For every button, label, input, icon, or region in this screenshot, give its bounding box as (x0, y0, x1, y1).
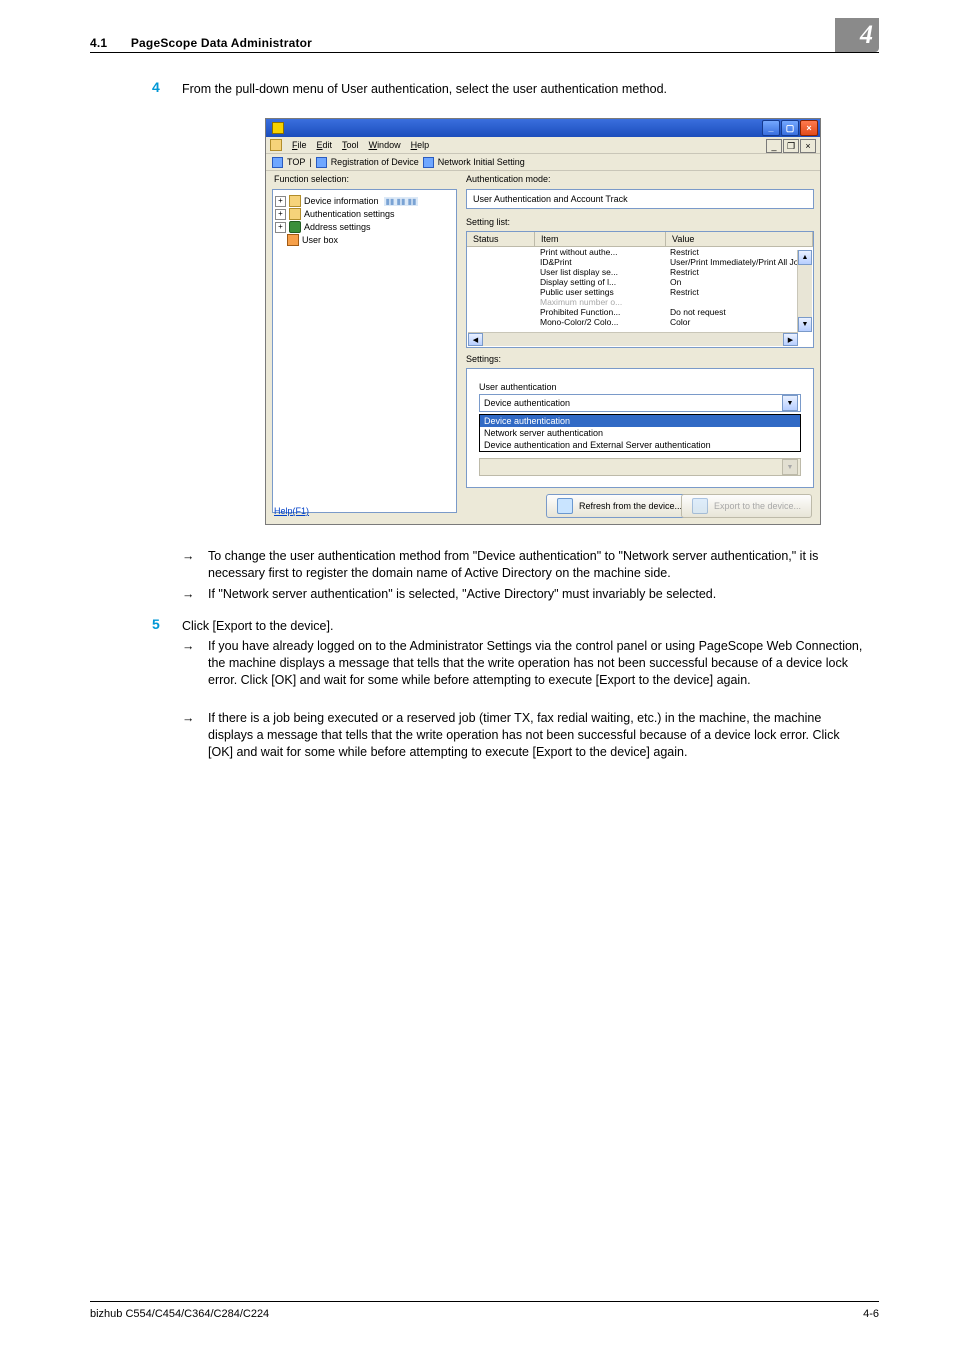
node-icon (316, 157, 327, 168)
node-icon (423, 157, 434, 168)
tree-device-information[interactable]: + Device information ▮▮ ▮▮ ▮▮ (275, 195, 454, 207)
setting-list: Status Item Value Print without authe...… (466, 231, 814, 348)
user-auth-dropdown: Device authentication Network server aut… (479, 414, 801, 452)
menu-help[interactable]: Help (411, 140, 430, 150)
tree-authentication-settings[interactable]: + Authentication settings (275, 208, 454, 220)
col-value[interactable]: Value (666, 232, 813, 246)
breadcrumb-network[interactable]: Network Initial Setting (438, 157, 525, 167)
list-header: Status Item Value (467, 232, 813, 247)
horizontal-scrollbar[interactable]: ◀ ▶ (468, 332, 798, 346)
step-4-bullet-2: → If "Network server authentication" is … (182, 586, 868, 603)
arrow-icon: → (182, 638, 196, 689)
menu-tool[interactable]: Tool (342, 140, 359, 150)
expand-icon[interactable]: + (275, 222, 286, 233)
auth-mode-value: User Authentication and Account Track (473, 194, 628, 204)
menu-file[interactable]: File (292, 140, 307, 150)
app-icon (272, 122, 284, 134)
tree-user-box[interactable]: User box (275, 234, 454, 246)
step-4-text: From the pull-down menu of User authenti… (182, 81, 862, 98)
footer-rule (90, 1301, 879, 1302)
box-icon (287, 234, 299, 246)
user-auth-label: User authentication (479, 382, 801, 392)
vertical-scrollbar[interactable]: ▲ ▼ (797, 250, 812, 332)
mdi-minimize-button[interactable]: _ (766, 139, 782, 153)
section-title: PageScope Data Administrator (131, 36, 312, 50)
user-auth-combo-value: Device authentication (484, 398, 570, 408)
setting-list-label: Setting list: (466, 217, 510, 227)
step-5-number: 5 (152, 616, 160, 632)
secondary-combo-disabled: ▼ (479, 458, 801, 476)
arrow-icon: → (182, 710, 196, 761)
auth-mode-field: User Authentication and Account Track (466, 189, 814, 209)
chapter-tab: 4 (835, 18, 879, 52)
menu-edit[interactable]: Edit (317, 140, 333, 150)
mdi-restore-button[interactable]: ❐ (783, 139, 799, 153)
function-selection-label: Function selection: (274, 174, 349, 184)
menubar: File Edit Tool Window Help (266, 137, 820, 154)
refresh-from-device-button[interactable]: Refresh from the device... (546, 494, 693, 518)
dropdown-option-device-auth[interactable]: Device authentication (480, 415, 800, 427)
step-4-bullet-1: → To change the user authentication meth… (182, 548, 868, 582)
step-5-bullet-2: → If there is a job being executed or a … (182, 710, 868, 761)
list-row[interactable]: Print without authe...Restrict (467, 247, 813, 257)
home-icon[interactable] (272, 157, 283, 168)
chevron-down-icon: ▼ (782, 459, 798, 475)
list-row[interactable]: ID&PrintUser/Print Immediately/Print All… (467, 257, 813, 267)
mdi-close-button[interactable]: × (800, 139, 816, 153)
menu-window[interactable]: Window (369, 140, 401, 150)
step-5-bullet-1: → If you have already logged on to the A… (182, 638, 868, 689)
col-status[interactable]: Status (467, 232, 535, 246)
folder-icon (289, 195, 301, 207)
user-auth-combo[interactable]: Device authentication ▼ (479, 394, 801, 412)
minimize-button[interactable]: _ (762, 120, 780, 136)
section-header: 4.1 PageScope Data Administrator (90, 36, 312, 50)
list-row[interactable]: Display setting of l...On (467, 277, 813, 287)
col-item[interactable]: Item (535, 232, 666, 246)
list-row[interactable]: Public user settingsRestrict (467, 287, 813, 297)
function-tree: + Device information ▮▮ ▮▮ ▮▮ + Authenti… (272, 189, 457, 513)
breadcrumb-top[interactable]: TOP (287, 157, 305, 167)
tree-address-settings[interactable]: + Address settings (275, 221, 454, 233)
refresh-icon (557, 498, 573, 514)
step-4-number: 4 (152, 79, 160, 95)
titlebar[interactable]: _ ▢ × (266, 119, 820, 137)
breadcrumb-registration[interactable]: Registration of Device (331, 157, 419, 167)
close-button[interactable]: × (800, 120, 818, 136)
section-number: 4.1 (90, 36, 107, 50)
chevron-down-icon[interactable]: ▼ (782, 395, 798, 411)
export-to-device-button[interactable]: Export to the device... (681, 494, 812, 518)
folder-icon (270, 139, 282, 151)
scroll-left-icon[interactable]: ◀ (468, 333, 483, 346)
list-row[interactable]: Prohibited Function...Do not request (467, 307, 813, 317)
folder-icon (289, 208, 301, 220)
list-row[interactable]: User list display se...Restrict (467, 267, 813, 277)
dropdown-option-network-auth[interactable]: Network server authentication (480, 427, 800, 439)
expand-icon[interactable]: + (275, 209, 286, 220)
export-icon (692, 498, 708, 514)
device-info-masked: ▮▮ ▮▮ ▮▮ (384, 197, 419, 206)
header-rule (90, 52, 879, 53)
maximize-button[interactable]: ▢ (781, 120, 799, 136)
step-5-text: Click [Export to the device]. (182, 618, 333, 635)
settings-panel: User authentication Device authenticatio… (466, 368, 814, 488)
list-row[interactable]: Maximum number o... (467, 297, 813, 307)
auth-mode-label: Authentication mode: (466, 174, 551, 184)
app-window: _ ▢ × File Edit Tool Window Help _ ❐ × T… (265, 118, 821, 525)
footer-page-number: 4-6 (863, 1308, 879, 1320)
scroll-right-icon[interactable]: ▶ (783, 333, 798, 346)
expand-icon[interactable]: + (275, 196, 286, 207)
scroll-down-icon[interactable]: ▼ (798, 317, 812, 332)
dropdown-option-device-and-external[interactable]: Device authentication and External Serve… (480, 439, 800, 451)
arrow-icon: → (182, 548, 196, 582)
arrow-icon: → (182, 586, 196, 603)
scroll-up-icon[interactable]: ▲ (798, 250, 812, 265)
book-icon (289, 221, 301, 233)
help-link[interactable]: Help(F1) (274, 506, 309, 516)
breadcrumb: TOP | Registration of Device Network Ini… (266, 154, 820, 171)
settings-label: Settings: (466, 354, 501, 364)
list-row[interactable]: Mono-Color/2 Colo...Color (467, 317, 813, 327)
footer-model: bizhub C554/C454/C364/C284/C224 (90, 1308, 269, 1320)
